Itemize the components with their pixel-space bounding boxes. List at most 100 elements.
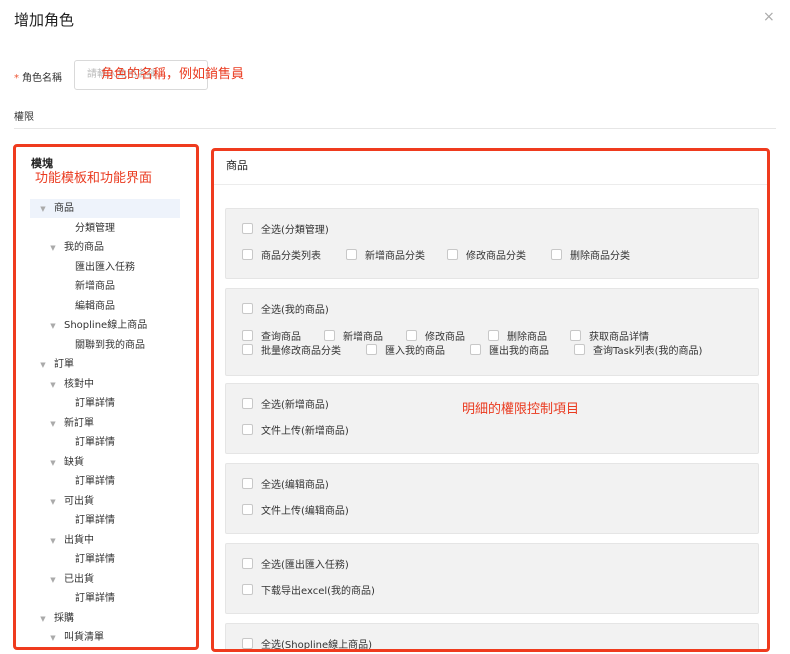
select-all-checkbox[interactable]: 全选(我的商品) (242, 303, 329, 319)
tree-node[interactable]: 收貨確認 (75, 648, 115, 651)
tree-node[interactable]: ▼ 出貨中 (48, 531, 94, 550)
checkbox-icon[interactable] (488, 330, 499, 341)
tree-node-label: 出貨中 (64, 534, 94, 546)
checkbox-icon[interactable] (324, 330, 335, 341)
tree-node[interactable]: ▼ 核對中 (48, 375, 94, 394)
permission-label: 匯出我的商品 (489, 346, 549, 357)
tree-node[interactable]: 新增商品 (75, 277, 115, 296)
tree-node[interactable]: ▼ 新訂單 (48, 414, 94, 433)
tree-node[interactable]: ▼ Shopline線上商品 (48, 316, 147, 335)
tree-node[interactable]: 訂單詳情 (75, 511, 115, 530)
tree-node-label: 訂單詳情 (75, 515, 115, 526)
tree-node[interactable]: 訂單詳情 (75, 550, 115, 569)
tree-node[interactable]: 訂單詳情 (75, 589, 115, 608)
detail-panel-title: 商品 (226, 159, 248, 172)
role-name-annotation: 角色的名稱，例如銷售員 (101, 67, 245, 82)
permissions-divider (14, 128, 776, 129)
tree-node[interactable]: ▼ 商品 (30, 199, 180, 218)
tree-node[interactable]: 訂單詳情 (75, 394, 115, 413)
tree-node-label: 訂單 (54, 359, 74, 370)
caret-down-icon[interactable]: ▼ (48, 317, 58, 336)
checkbox-icon[interactable] (242, 303, 253, 314)
permission-checkbox[interactable]: 商品分类列表 (242, 249, 321, 265)
caret-down-icon[interactable]: ▼ (48, 376, 58, 395)
permission-label: 新增商品分类 (365, 251, 425, 262)
tree-node-label: 訂單詳情 (75, 398, 115, 409)
checkbox-icon[interactable] (242, 344, 253, 355)
caret-down-icon[interactable]: ▼ (38, 200, 48, 219)
checkbox-icon[interactable] (242, 398, 253, 409)
checkbox-icon[interactable] (574, 344, 585, 355)
permission-checkbox[interactable]: 批量修改商品分类 (242, 344, 341, 360)
tree-node-label: 匯出匯入任務 (75, 261, 135, 273)
tree-node[interactable]: 匯出匯入任務 (75, 258, 135, 277)
permission-checkbox[interactable]: 匯出我的商品 (470, 344, 549, 360)
checkbox-icon[interactable] (242, 478, 253, 489)
tree-node[interactable]: ▼ 訂單 (38, 355, 74, 374)
caret-down-icon[interactable]: ▼ (48, 629, 58, 647)
tree-node[interactable]: 訂單詳情 (75, 433, 115, 452)
permission-checkbox[interactable]: 新增商品分类 (346, 249, 425, 265)
permission-label: 获取商品详情 (589, 332, 649, 343)
checkbox-icon[interactable] (242, 223, 253, 234)
checkbox-icon[interactable] (242, 424, 253, 435)
checkbox-icon[interactable] (242, 330, 253, 341)
caret-down-icon[interactable]: ▼ (48, 493, 58, 512)
tree-node[interactable]: ▼ 缺貨 (48, 453, 84, 472)
tree-node-label: 分類管理 (75, 222, 115, 234)
select-all-checkbox[interactable]: 全选(Shopline線上商品) (242, 638, 373, 651)
checkbox-icon[interactable] (470, 344, 481, 355)
tree-node[interactable]: 編輯商品 (75, 297, 115, 316)
module-panel-annotation: 功能模板和功能界面 (35, 171, 153, 186)
checkbox-icon[interactable] (406, 330, 417, 341)
caret-down-icon[interactable]: ▼ (38, 356, 48, 375)
checkbox-icon[interactable] (570, 330, 581, 341)
permission-group: 全选(分類管理) 商品分类列表 新增商品分类 修改商品分类 删除商品分类 (225, 208, 759, 279)
checkbox-icon[interactable] (242, 504, 253, 515)
select-all-checkbox[interactable]: 全选(编辑商品) (242, 478, 329, 494)
checkbox-icon[interactable] (551, 249, 562, 260)
select-all-label: 全选(分類管理) (261, 225, 329, 236)
select-all-checkbox[interactable]: 全选(分類管理) (242, 223, 329, 239)
close-icon[interactable]: × (763, 10, 775, 24)
checkbox-icon[interactable] (447, 249, 458, 260)
tree-node[interactable]: 分類管理 (75, 219, 115, 238)
permission-checkbox[interactable]: 修改商品分类 (447, 249, 526, 265)
tree-node-label: 訂單詳情 (75, 437, 115, 448)
select-all-label: 全选(Shopline線上商品) (261, 640, 373, 651)
checkbox-icon[interactable] (242, 584, 253, 595)
module-panel-title: 模塊 (31, 157, 53, 170)
tree-node-label: 新增商品 (75, 281, 115, 292)
permission-checkbox[interactable]: 匯入我的商品 (366, 344, 445, 360)
select-all-checkbox[interactable]: 全选(新增商品) (242, 398, 329, 414)
checkbox-icon[interactable] (242, 558, 253, 569)
checkbox-icon[interactable] (346, 249, 357, 260)
tree-node[interactable]: ▼ 採購 (38, 609, 74, 628)
caret-down-icon[interactable]: ▼ (48, 571, 58, 590)
tree-node[interactable]: 關聯到我的商品 (75, 336, 145, 355)
permission-group: 全选(匯出匯入任務) 下载导出excel(我的商品) (225, 543, 759, 614)
permission-label: 查询Task列表(我的商品) (593, 346, 703, 357)
caret-down-icon[interactable]: ▼ (48, 454, 58, 473)
permission-checkbox[interactable]: 下载导出excel(我的商品) (242, 584, 375, 600)
permission-checkbox[interactable]: 文件上传(编辑商品) (242, 504, 349, 520)
caret-down-icon[interactable]: ▼ (48, 532, 58, 551)
permission-checkbox[interactable]: 删除商品分类 (551, 249, 630, 265)
permission-checkbox[interactable]: 文件上传(新增商品) (242, 424, 349, 440)
permission-checkbox[interactable]: 查询Task列表(我的商品) (574, 344, 702, 360)
caret-down-icon[interactable]: ▼ (48, 239, 58, 258)
tree-node-label: 核對中 (64, 378, 94, 390)
tree-node[interactable]: ▼ 可出貨 (48, 492, 94, 511)
tree-node[interactable]: 訂單詳情 (75, 472, 115, 491)
tree-node[interactable]: ▼ 已出貨 (48, 570, 94, 589)
detail-panel-annotation: 明細的權限控制項目 (462, 402, 580, 417)
tree-node[interactable]: ▼ 我的商品 (48, 238, 104, 257)
caret-down-icon[interactable]: ▼ (48, 415, 58, 434)
permission-label: 修改商品 (425, 332, 465, 343)
tree-node[interactable]: ▼ 叫貨清單 (48, 628, 104, 647)
checkbox-icon[interactable] (242, 638, 253, 649)
select-all-checkbox[interactable]: 全选(匯出匯入任務) (242, 558, 349, 574)
checkbox-icon[interactable] (242, 249, 253, 260)
caret-down-icon[interactable]: ▼ (38, 610, 48, 629)
checkbox-icon[interactable] (366, 344, 377, 355)
